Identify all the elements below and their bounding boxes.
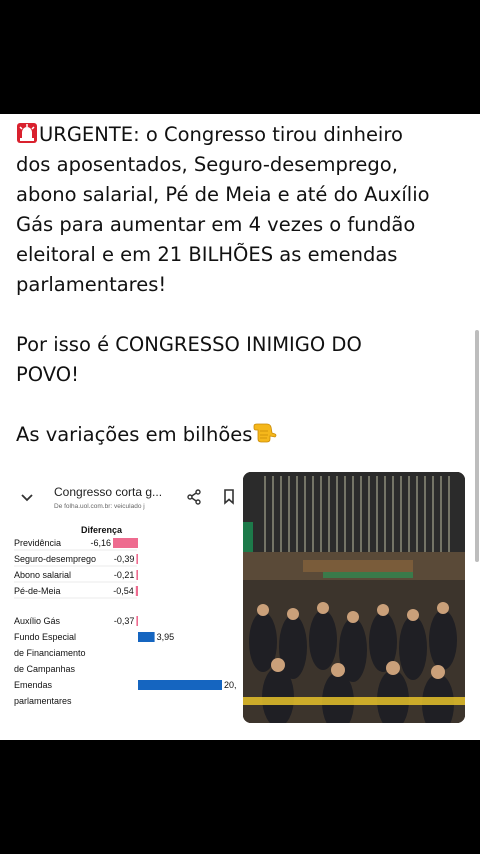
bar-chart: Previdência -6,16 Seguro-desemprego -0,39 Ab… — [14, 538, 237, 706]
share-icon[interactable] — [186, 489, 202, 510]
bar — [136, 570, 138, 580]
siren-emoji-icon — [16, 122, 38, 144]
category-label: Seguro-desemprego — [14, 554, 96, 564]
card-title: Congresso corta g... — [54, 485, 163, 499]
pointing-down-emoji-icon — [252, 422, 278, 444]
category-label: Auxílio Gás — [14, 616, 61, 626]
bar — [113, 538, 138, 548]
value-label: -0,54 — [113, 586, 134, 596]
chevron-down-icon[interactable] — [20, 490, 34, 508]
value-label: 20, — [224, 680, 237, 690]
value-label: -0,37 — [114, 616, 135, 626]
category-label: Emendas — [14, 680, 53, 690]
scrollbar[interactable] — [475, 330, 479, 562]
post-line-1-text: URGENTE: o Congresso tirou dinheiro — [39, 123, 403, 146]
post-line-2: dos aposentados, Seguro-desemprego, — [16, 153, 398, 176]
value-label: -0,39 — [114, 554, 135, 564]
category-label: Previdência — [14, 538, 61, 548]
value-label: 3,95 — [157, 632, 175, 642]
value-label: -6,16 — [90, 538, 111, 548]
post-line-9-text: As variações em bilhões — [16, 423, 253, 446]
post-line-3: abono salarial, Pé de Meia e até do Auxí… — [16, 183, 430, 206]
chart-card[interactable]: Congresso corta g... De folha.uol.com.br… — [11, 472, 240, 722]
chart-column-header: Diferença — [81, 525, 123, 535]
card-header: Congresso corta g... De folha.uol.com.br… — [11, 472, 240, 520]
category-label: Abono salarial — [14, 570, 71, 580]
bar — [136, 554, 138, 564]
post-line-6: parlamentares! — [16, 273, 167, 296]
category-label: de Campanhas — [14, 664, 76, 674]
card-url: De folha.uol.com.br: veiculado j — [54, 503, 145, 510]
category-label: Fundo Especial — [14, 632, 76, 642]
bar — [135, 586, 138, 596]
congress-photo — [243, 472, 465, 723]
post-line-4: Gás para aumentar em 4 vezes o fundão — [16, 213, 416, 236]
post-line-8: POVO! — [16, 363, 79, 386]
bar — [138, 632, 155, 642]
post-line-7: Por isso é CONGRESSO INIMIGO DO — [16, 333, 362, 356]
value-label: -0,21 — [114, 570, 135, 580]
category-label: de Financiamento — [14, 648, 86, 658]
bookmark-icon[interactable] — [223, 489, 235, 510]
category-label: parlamentares — [14, 696, 72, 706]
bar — [138, 680, 222, 690]
post-line-1: URGENTE: o Congresso tirou dinheiro — [16, 120, 468, 150]
post-line-9: As variações em bilhões — [16, 420, 468, 450]
post-text: URGENTE: o Congresso tirou dinheiro dos … — [16, 120, 468, 450]
category-label: Pé-de-Meia — [14, 586, 61, 596]
post-line-5: eleitoral e em 21 BILHÕES as emendas — [16, 243, 398, 266]
bar — [136, 616, 138, 626]
